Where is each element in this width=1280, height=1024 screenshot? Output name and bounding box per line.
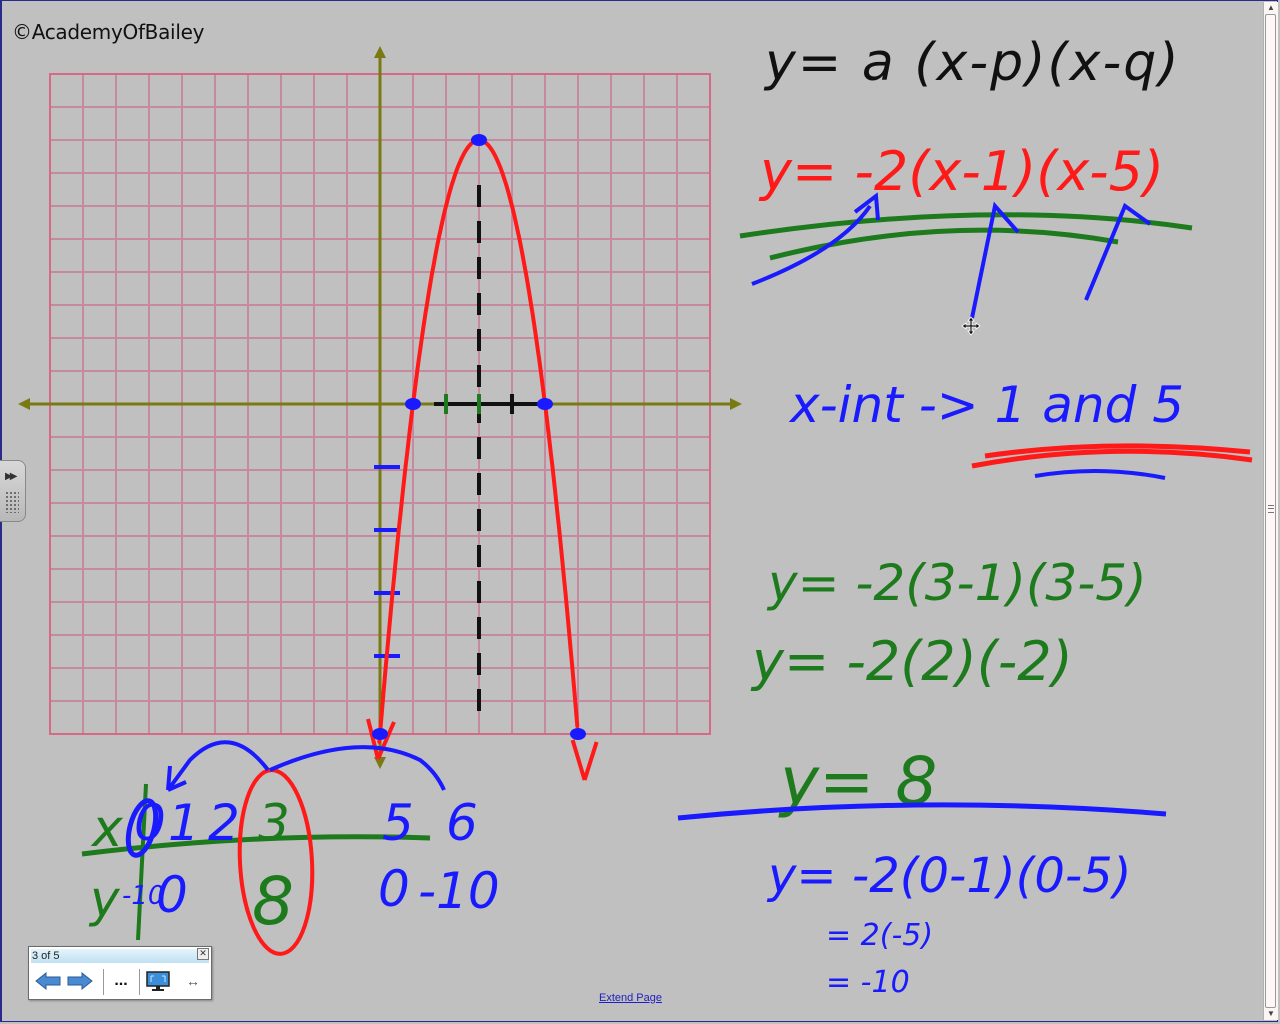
table-y-value: 8	[252, 863, 294, 940]
marked-point	[405, 398, 421, 410]
marked-point	[537, 398, 553, 410]
vertex-calculation-line: y= -2(3-1)(3-5)	[766, 554, 1147, 612]
axes	[18, 46, 742, 769]
handwriting: y= a (x-p)(x-q) y= -2(x-1)(x-5) x-int -> 1…	[81, 33, 1253, 1000]
y-intercept-result: = -10	[826, 965, 910, 1000]
divider	[103, 969, 104, 995]
table-y-label: y	[88, 870, 121, 928]
underline-blue	[1034, 468, 1166, 480]
divider	[139, 969, 140, 995]
resize-horizontal-icon[interactable]: ↔	[179, 967, 207, 995]
arrow-to-p	[970, 201, 1020, 319]
display-mode-button[interactable]	[143, 967, 173, 995]
monitor-icon	[146, 971, 170, 991]
grip-icon	[5, 491, 19, 513]
move-cursor-icon	[961, 316, 981, 336]
close-icon[interactable]: ✕	[197, 948, 209, 960]
table-x-value: 1	[168, 794, 200, 852]
page-indicator: 3 of 5	[31, 949, 209, 963]
next-page-button[interactable]	[65, 967, 95, 995]
table-x-value: 3	[258, 794, 290, 852]
previous-page-button[interactable]	[33, 967, 63, 995]
page-navigator: 3 of 5 ✕ ... ↔	[28, 946, 212, 1000]
scroll-up-arrow[interactable]: ▲	[1264, 2, 1278, 14]
curve-arrowhead-right	[570, 739, 599, 781]
table-x-value: 6	[446, 794, 478, 852]
marked-point	[570, 728, 586, 740]
arrow-right-icon	[67, 971, 93, 991]
y-intercept-calculation: = 2(-5)	[826, 918, 933, 953]
vertex-calculation-line: y= -2(2)(-2)	[750, 630, 1073, 693]
double-chevron-right-icon: ▶▶	[5, 471, 18, 482]
arrow-left-icon	[35, 971, 61, 991]
table-y-value: 0	[156, 866, 188, 924]
side-panel-toggle[interactable]: ▶▶	[0, 460, 26, 522]
extend-page-link[interactable]: Extend Page	[599, 992, 662, 1004]
whiteboard-canvas[interactable]: y= a (x-p)(x-q) y= -2(x-1)(x-5) x-int -> 1…	[0, 0, 1280, 1024]
table-y-value: -10	[418, 862, 500, 920]
marked-point	[471, 134, 487, 146]
vertical-scrollbar[interactable]: ▲ ▼	[1263, 2, 1278, 1020]
table-x-value: 5	[382, 794, 414, 852]
arrow-symmetry-right	[269, 745, 446, 791]
table-y-value: 0	[378, 860, 410, 918]
x-intercepts-note: x-int -> 1 and 5	[788, 376, 1184, 434]
scrollbar-thumb[interactable]	[1265, 14, 1276, 1008]
general-form-equation: y= a (x-p)(x-q)	[763, 33, 1181, 93]
specific-equation: y= -2(x-1)(x-5)	[758, 140, 1164, 203]
marked-point	[372, 728, 388, 740]
table-x-value: 2	[208, 794, 240, 852]
grip-icon	[1268, 505, 1274, 513]
scroll-down-arrow[interactable]: ▼	[1264, 1008, 1278, 1020]
graph-marks	[366, 134, 599, 781]
y-intercept-calculation: y= -2(0-1)(0-5)	[766, 848, 1131, 904]
more-options-button[interactable]: ...	[107, 967, 135, 995]
underline-green	[769, 227, 1119, 261]
